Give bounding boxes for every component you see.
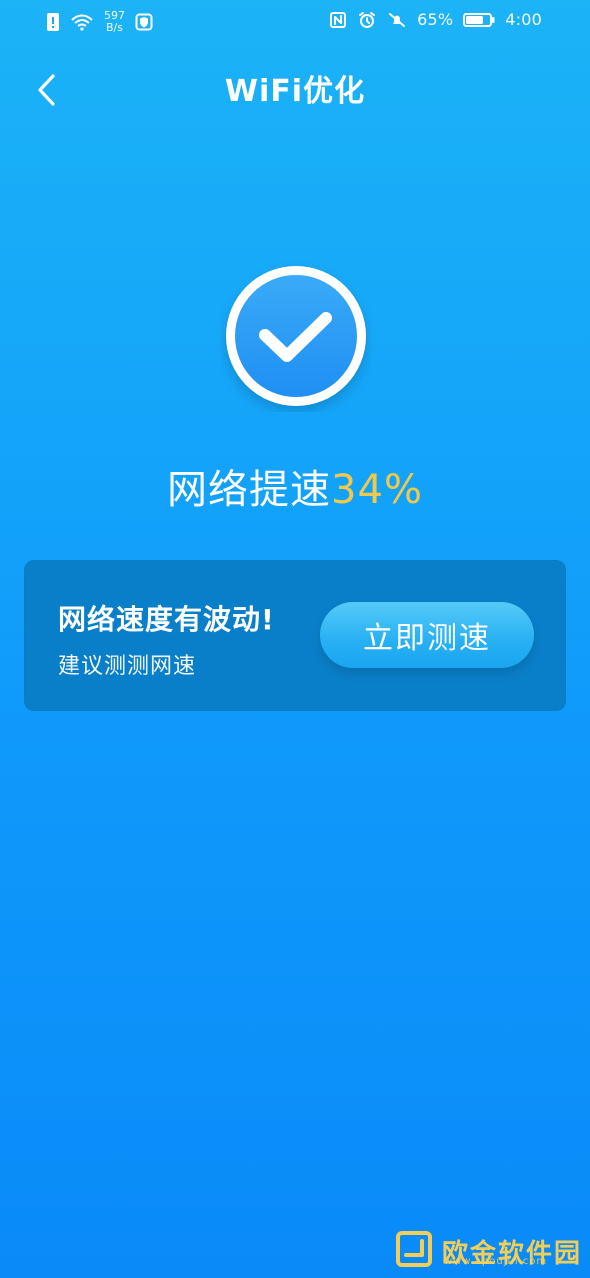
speed-tip-card: 网络速度有波动! 建议测测网速 立即测速 — [24, 560, 566, 711]
shield-icon — [135, 13, 153, 31]
network-speed-unit: B/s — [106, 21, 123, 34]
nfc-icon — [329, 11, 347, 29]
boost-result: 网络提速34% — [0, 460, 590, 520]
boost-percent: 34% — [331, 467, 423, 513]
page-title: WiFi优化 — [224, 74, 366, 109]
status-right: 65% 4:00 — [329, 10, 542, 29]
brand-logo-icon — [394, 1229, 434, 1273]
app-header: WiFi优化 — [0, 62, 590, 122]
wifi-icon — [70, 13, 94, 31]
alert-icon — [46, 12, 60, 32]
status-left: 597 B/s — [46, 10, 153, 34]
speed-test-button[interactable]: 立即测速 — [320, 602, 534, 668]
card-title: 网络速度有波动! — [58, 603, 275, 636]
mute-icon — [387, 11, 407, 29]
watermark: 欧金软件园 www.apoujin.com — [394, 1228, 584, 1274]
clock-time: 4:00 — [505, 10, 542, 29]
checkmark-circle-icon — [220, 260, 372, 412]
network-speed: 597 B/s — [104, 10, 125, 34]
alarm-icon — [357, 11, 377, 29]
card-subtitle: 建议测测网速 — [58, 654, 197, 679]
battery-icon — [463, 11, 495, 29]
watermark-url: www.apoujin.com — [444, 1256, 548, 1267]
status-bar: 597 B/s 65% 4:00 — [0, 0, 590, 46]
boost-label: 网络提速 — [167, 467, 332, 513]
battery-percent: 65% — [417, 10, 454, 29]
